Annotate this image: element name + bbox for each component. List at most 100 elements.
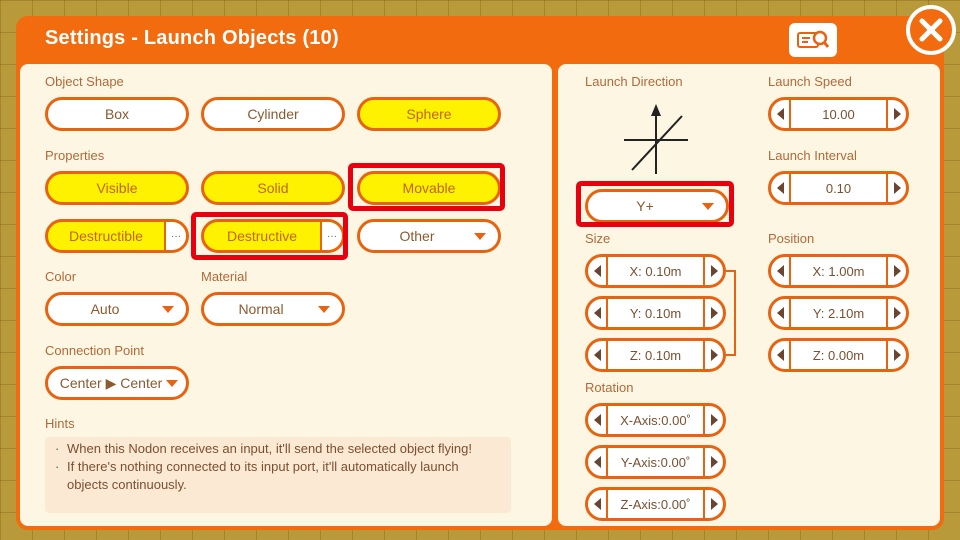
position-y-stepper[interactable]: Y: 2.10m — [768, 296, 909, 330]
decrease-button[interactable] — [771, 100, 791, 128]
hint-item: · If there's nothing connected to its inp… — [55, 458, 501, 494]
decrease-button[interactable] — [771, 174, 791, 202]
color-value: Auto — [90, 301, 120, 317]
launch-speed-stepper[interactable]: 10.00 — [768, 97, 909, 131]
hint-text: When this Nodon receives an input, it'll… — [67, 441, 472, 456]
close-icon — [919, 18, 943, 42]
color-dropdown[interactable]: Auto — [45, 292, 189, 326]
arrow-left-icon — [593, 414, 601, 426]
position-y-value: Y: 2.10m — [812, 305, 865, 321]
arrow-right-icon — [893, 307, 901, 319]
size-link-bracket — [726, 270, 736, 356]
hint-bullet: · — [55, 441, 60, 456]
decrease-button[interactable] — [588, 490, 608, 518]
arrow-right-icon — [710, 456, 718, 468]
arrow-left-icon — [776, 307, 784, 319]
increase-button[interactable] — [703, 406, 723, 434]
decrease-button[interactable] — [771, 299, 791, 327]
help-button[interactable] — [789, 23, 837, 57]
increase-button[interactable] — [703, 448, 723, 476]
connection-point-value: Center ▶ Center — [59, 374, 163, 391]
launch-interval-value: 0.10 — [825, 180, 852, 196]
launch-direction-value: Y+ — [636, 198, 654, 214]
hint-bullet: · — [55, 459, 60, 474]
rotation-x-stepper[interactable]: X-Axis:0.00˚ — [585, 403, 726, 437]
shape-box-button[interactable]: Box — [45, 97, 189, 131]
arrow-left-icon — [776, 349, 784, 361]
size-y-stepper[interactable]: Y: 0.10m — [585, 296, 726, 330]
other-dropdown[interactable]: Other — [357, 219, 501, 253]
decrease-button[interactable] — [588, 448, 608, 476]
other-label: Other — [399, 228, 435, 244]
arrow-right-icon — [893, 108, 901, 120]
rotation-x-value: X-Axis:0.00˚ — [620, 412, 691, 428]
decrease-button[interactable] — [588, 299, 608, 327]
close-button[interactable] — [906, 5, 956, 55]
rotation-z-stepper[interactable]: Z-Axis:0.00˚ — [585, 487, 726, 521]
arrow-right-icon — [710, 498, 718, 510]
rotation-label: Rotation — [585, 380, 634, 395]
object-shape-label: Object Shape — [45, 74, 124, 89]
arrow-right-icon — [710, 414, 718, 426]
chevron-down-icon — [166, 379, 178, 387]
increase-button[interactable] — [703, 257, 723, 285]
decrease-button[interactable] — [771, 341, 791, 369]
decrease-button[interactable] — [588, 257, 608, 285]
hint-text: If there's nothing connected to its inpu… — [67, 459, 459, 492]
arrow-left-icon — [776, 182, 784, 194]
properties-label: Properties — [45, 148, 105, 163]
size-x-value: X: 0.10m — [629, 263, 682, 279]
chevron-down-icon — [162, 305, 174, 313]
solid-toggle[interactable]: Solid — [201, 171, 345, 205]
arrow-right-icon — [710, 307, 718, 319]
increase-button[interactable] — [886, 341, 906, 369]
movable-toggle[interactable]: Movable — [357, 171, 501, 205]
destructible-toggle[interactable]: Destructible ··· — [45, 219, 189, 253]
movable-label: Movable — [402, 180, 456, 196]
position-x-value: X: 1.00m — [812, 263, 865, 279]
launch-direction-dropdown[interactable]: Y+ — [585, 189, 729, 223]
shape-sphere-button[interactable]: Sphere — [357, 97, 501, 131]
launch-interval-label: Launch Interval — [768, 148, 857, 163]
window-title: Settings - Launch Objects (10) — [45, 27, 339, 49]
increase-button[interactable] — [886, 257, 906, 285]
increase-button[interactable] — [886, 174, 906, 202]
connection-point-dropdown[interactable]: Center ▶ Center — [45, 366, 189, 400]
material-label: Material — [201, 269, 248, 284]
solid-label: Solid — [257, 180, 289, 196]
hints-box: · When this Nodon receives an input, it'l… — [45, 437, 511, 513]
increase-button[interactable] — [703, 341, 723, 369]
launch-direction-label: Launch Direction — [585, 74, 683, 89]
hints-label: Hints — [45, 416, 75, 431]
help-book-search-icon — [797, 30, 830, 48]
position-z-stepper[interactable]: Z: 0.00m — [768, 338, 909, 372]
increase-button[interactable] — [703, 490, 723, 518]
axis-direction-icon — [624, 104, 688, 174]
destructible-more-button[interactable]: ··· — [164, 222, 186, 250]
rotation-y-stepper[interactable]: Y-Axis:0.00˚ — [585, 445, 726, 479]
decrease-button[interactable] — [771, 257, 791, 285]
launch-interval-stepper[interactable]: 0.10 — [768, 171, 909, 205]
arrow-right-icon — [893, 349, 901, 361]
increase-button[interactable] — [886, 299, 906, 327]
arrow-left-icon — [593, 265, 601, 277]
size-y-value: Y: 0.10m — [629, 305, 682, 321]
shape-cylinder-button[interactable]: Cylinder — [201, 97, 345, 131]
color-label: Color — [45, 269, 77, 284]
size-x-stepper[interactable]: X: 0.10m — [585, 254, 726, 288]
size-z-stepper[interactable]: Z: 0.10m — [585, 338, 726, 372]
destructive-more-button[interactable]: ··· — [320, 222, 342, 250]
hint-item: · When this Nodon receives an input, it'l… — [55, 440, 501, 458]
increase-button[interactable] — [703, 299, 723, 327]
launch-speed-label: Launch Speed — [768, 74, 852, 89]
visible-toggle[interactable]: Visible — [45, 171, 189, 205]
material-dropdown[interactable]: Normal — [201, 292, 345, 326]
destructive-toggle[interactable]: Destructive ··· — [201, 219, 345, 253]
decrease-button[interactable] — [588, 406, 608, 434]
launch-speed-value: 10.00 — [822, 106, 855, 122]
size-z-value: Z: 0.10m — [629, 347, 682, 363]
position-x-stepper[interactable]: X: 1.00m — [768, 254, 909, 288]
increase-button[interactable] — [886, 100, 906, 128]
decrease-button[interactable] — [588, 341, 608, 369]
arrow-right-icon — [710, 265, 718, 277]
